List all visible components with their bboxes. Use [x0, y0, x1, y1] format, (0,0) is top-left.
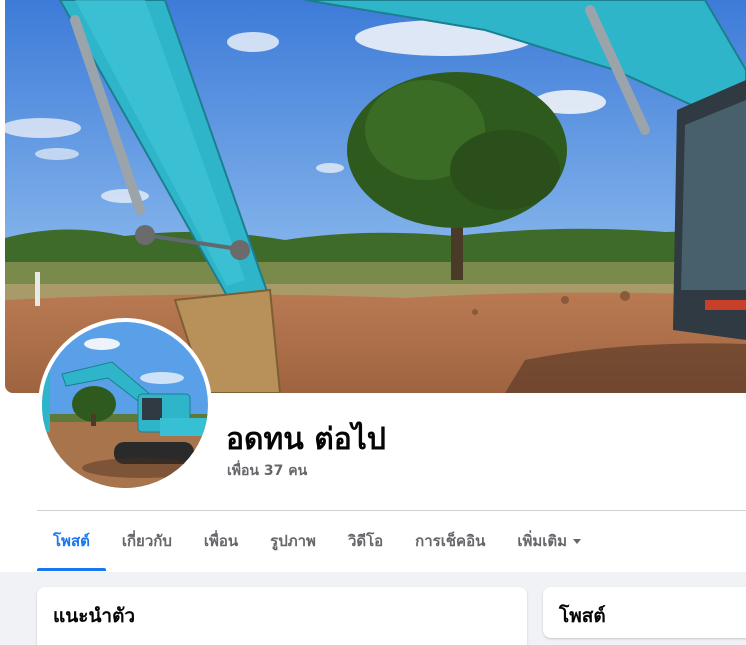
tab-checkins[interactable]: การเช็คอิน — [399, 511, 501, 571]
tab-photos-label: รูปภาพ — [270, 532, 316, 550]
intro-card: แนะนำตัว — [37, 587, 527, 645]
posts-card: โพสต์ — [543, 587, 746, 638]
caret-down-icon — [573, 538, 582, 544]
tab-posts-label: โพสต์ — [53, 532, 90, 550]
friends-count[interactable]: เพื่อน 37 คน — [227, 460, 307, 482]
tab-videos[interactable]: วิดีโอ — [332, 511, 399, 571]
profile-name: อดทน ต่อไป — [226, 422, 386, 457]
tab-about-label: เกี่ยวกับ — [121, 532, 172, 550]
tab-videos-label: วิดีโอ — [347, 532, 384, 550]
tab-more-label: เพิ่มเติม — [517, 532, 568, 550]
tab-about[interactable]: เกี่ยวกับ — [106, 511, 188, 571]
posts-card-title: โพสต์ — [559, 605, 606, 627]
tab-checkins-label: การเช็คอิน — [415, 532, 486, 550]
intro-card-title: แนะนำตัว — [53, 605, 136, 627]
tab-more[interactable]: เพิ่มเติม — [501, 511, 597, 571]
tab-friends-label: เพื่อน — [203, 532, 239, 550]
profile-tabs: โพสต์ เกี่ยวกับ เพื่อน รูปภาพ วิดีโอ การ… — [37, 511, 597, 571]
profile-avatar[interactable] — [38, 318, 212, 492]
tab-photos[interactable]: รูปภาพ — [254, 511, 332, 571]
tab-posts[interactable]: โพสต์ — [37, 511, 106, 571]
tab-friends[interactable]: เพื่อน — [188, 511, 254, 571]
